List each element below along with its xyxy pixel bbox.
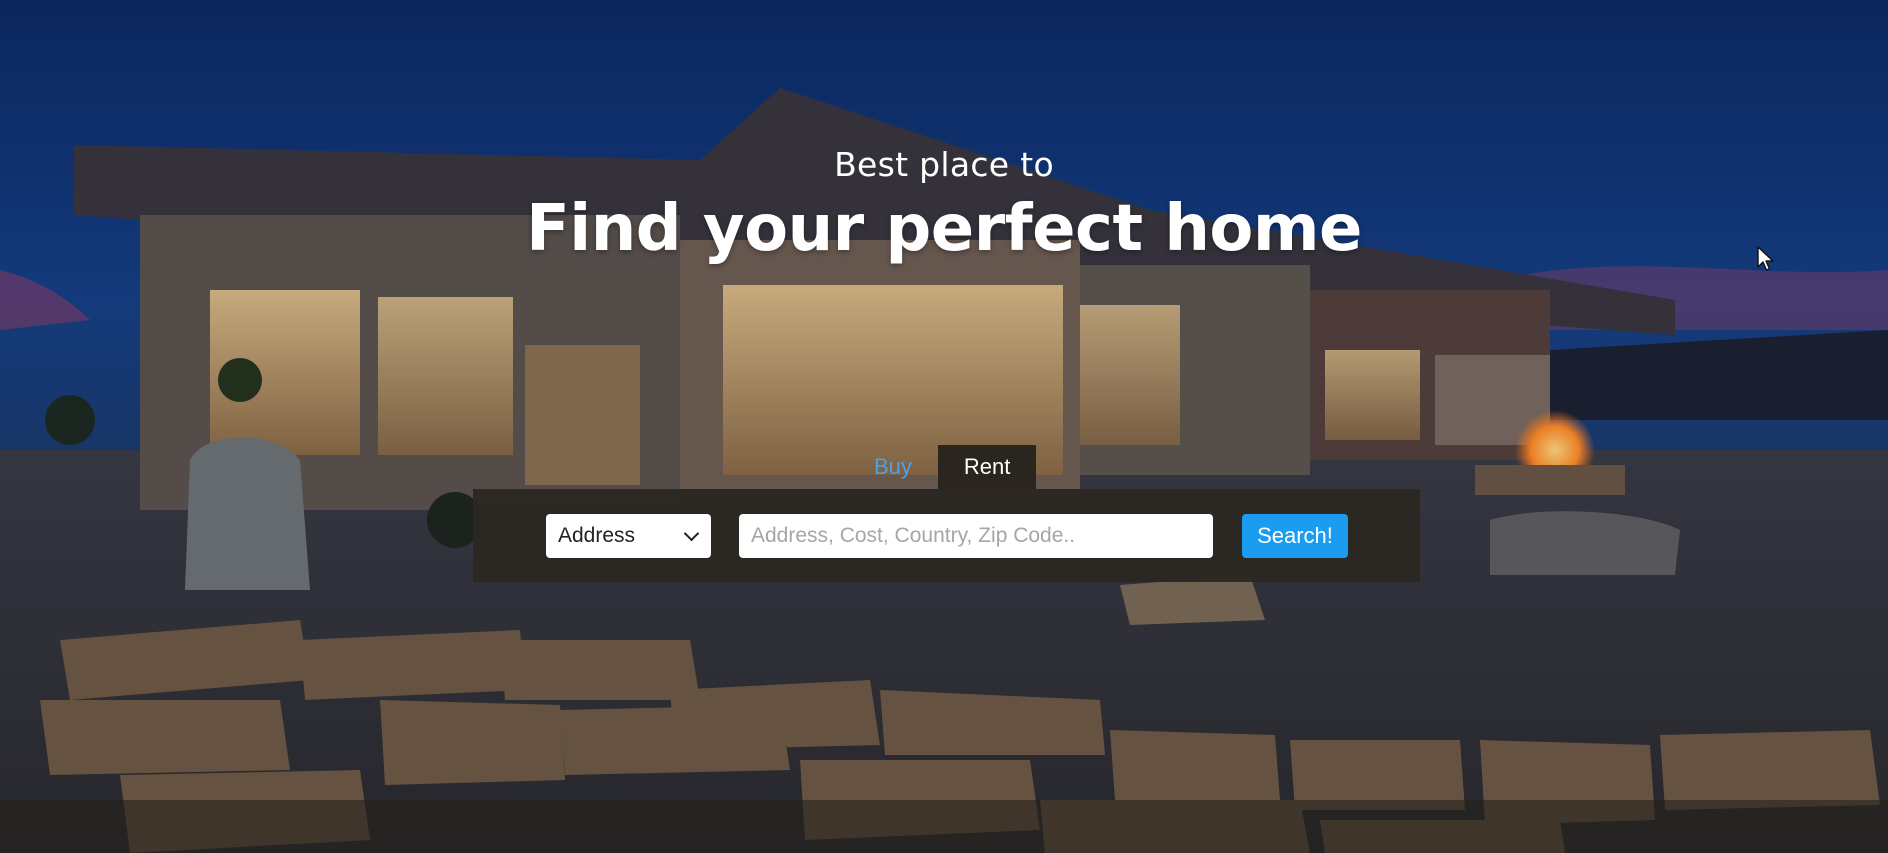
search-input[interactable] — [739, 514, 1213, 558]
search-button[interactable]: Search! — [1242, 514, 1348, 558]
mouse-cursor-icon — [1757, 246, 1775, 276]
search-panel: Address Search! — [473, 489, 1420, 582]
search-type-select[interactable]: Address — [546, 514, 711, 558]
hero-subtitle: Best place to — [834, 145, 1054, 184]
hero-headline: Best place to Find your perfect home — [0, 148, 1888, 261]
buy-rent-tabs: Buy Rent — [848, 445, 1037, 489]
tab-rent[interactable]: Rent — [937, 445, 1037, 489]
tab-buy[interactable]: Buy — [848, 445, 938, 489]
hero-section: Best place to Find your perfect home Buy… — [0, 0, 1888, 853]
search-type-select-value: Address — [558, 524, 636, 547]
dark-overlay — [0, 0, 1888, 853]
hero-title: Find your perfect home — [526, 192, 1362, 266]
chevron-down-icon — [683, 525, 700, 541]
